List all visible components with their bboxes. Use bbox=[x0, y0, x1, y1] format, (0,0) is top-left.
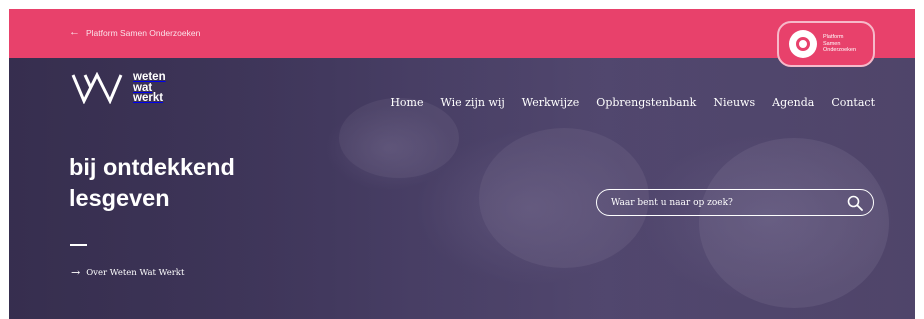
about-weten-wat-werkt-link[interactable]: → Over Weten Wat Werkt bbox=[71, 267, 184, 278]
nav-item-nieuws[interactable]: Nieuws bbox=[713, 96, 755, 109]
about-link-label: Over Weten Wat Werkt bbox=[86, 267, 185, 278]
platform-badge-text: Platform Samen Onderzoeken bbox=[823, 34, 856, 54]
platform-badge-line3: Onderzoeken bbox=[823, 47, 857, 54]
back-link-label: Platform Samen Onderzoeken bbox=[86, 27, 201, 38]
page-frame: ← Platform Samen Onderzoeken Platform Sa… bbox=[9, 9, 915, 319]
headline-line2: lesgeven bbox=[69, 185, 170, 211]
search-placeholder: Waar bent u naar op zoek? bbox=[611, 197, 733, 208]
platform-samen-onderzoeken-badge[interactable]: Platform Samen Onderzoeken bbox=[777, 21, 875, 67]
hero-headline: bij ontdekkend lesgeven bbox=[69, 152, 235, 214]
nav-item-contact[interactable]: Contact bbox=[831, 96, 875, 109]
search-input[interactable]: Waar bent u naar op zoek? bbox=[596, 189, 874, 216]
arrow-left-icon: ← bbox=[69, 26, 80, 38]
nav-item-wie-zijn-wij[interactable]: Wie zijn wij bbox=[441, 96, 505, 109]
headline-line1: bij ontdekkend bbox=[69, 154, 235, 180]
platform-logo-icon bbox=[789, 30, 817, 58]
logo-line3: werkt bbox=[133, 92, 164, 105]
logo-w-icon bbox=[71, 72, 123, 104]
hero-section: weten wat werkt Home Wie zijn wij Werkwi… bbox=[9, 58, 915, 319]
arrow-right-icon: → bbox=[71, 266, 81, 279]
nav-item-werkwijze[interactable]: Werkwijze bbox=[522, 96, 580, 109]
headline-divider bbox=[70, 244, 87, 246]
nav-item-opbrengstenbank[interactable]: Opbrengstenbank bbox=[596, 96, 696, 109]
weten-wat-werkt-logo[interactable]: weten wat werkt bbox=[71, 72, 166, 104]
main-nav: Home Wie zijn wij Werkwijze Opbrengstenb… bbox=[390, 96, 875, 109]
search-icon[interactable] bbox=[847, 195, 863, 211]
nav-item-home[interactable]: Home bbox=[390, 96, 423, 109]
back-to-platform-link[interactable]: ← Platform Samen Onderzoeken bbox=[69, 27, 200, 38]
nav-item-agenda[interactable]: Agenda bbox=[772, 96, 814, 109]
logo-wordmark: weten wat werkt bbox=[133, 72, 166, 104]
